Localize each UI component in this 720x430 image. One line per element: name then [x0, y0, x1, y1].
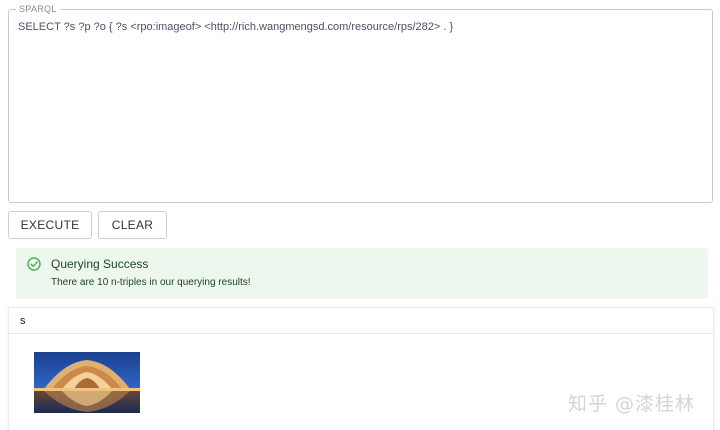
sparql-label: SPARQL	[16, 4, 60, 15]
sparql-query-editor[interactable]: SPARQL SELECT ?s ?p ?o { ?s <rpo:imageof…	[8, 4, 713, 203]
alert-title: Querying Success	[51, 257, 149, 271]
monument-photo	[34, 352, 140, 413]
clear-button[interactable]: CLEAR	[98, 211, 167, 239]
sparql-query-text[interactable]: SELECT ?s ?p ?o { ?s <rpo:imageof> <http…	[18, 20, 704, 34]
check-circle-icon	[27, 257, 41, 271]
watermark: 知乎 @漆桂林	[568, 393, 696, 415]
result-image[interactable]	[34, 352, 140, 413]
alert-message: There are 10 n-triples in our querying r…	[51, 277, 251, 288]
column-header-s: s	[20, 315, 26, 327]
page: SPARQL SELECT ?s ?p ?o { ?s <rpo:imageof…	[0, 0, 720, 430]
execute-button[interactable]: EXECUTE	[8, 211, 92, 239]
table-header: s	[9, 308, 713, 334]
success-alert: Querying Success There are 10 n-triples …	[16, 248, 708, 299]
